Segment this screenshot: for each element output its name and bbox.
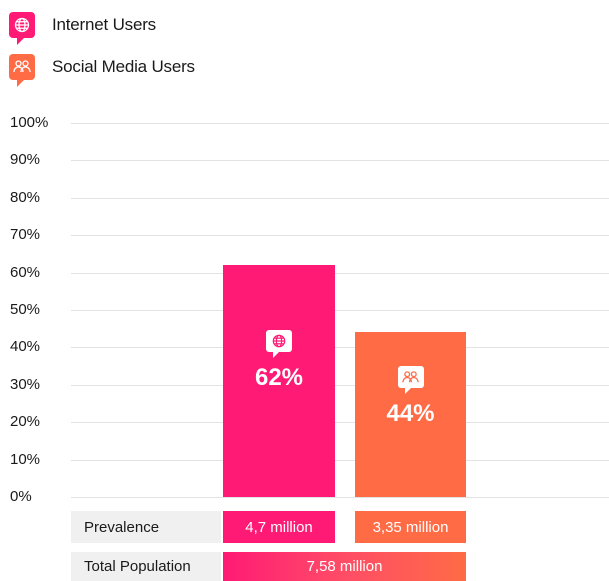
legend-label-internet-users: Internet Users [52,15,156,34]
total-population-label-text: Total Population [84,558,191,575]
legend-item-social-media-users: Social Media Users [9,54,195,87]
y-tick-label: 60% [10,264,41,281]
gridline [71,497,609,498]
y-tick-label: 10% [10,451,41,468]
prevalence-social-media-users: 3,35 million [355,511,466,543]
gridline [71,347,609,348]
y-tick-label: 50% [10,301,41,318]
bar-data-label: 62% [254,364,304,391]
gridline [71,273,609,274]
y-tick-label: 90% [10,151,41,168]
total-population-value: 7,58 million [223,552,466,581]
prevalence-label: Prevalence [71,511,221,543]
gridline [71,160,609,161]
globe-icon [9,12,35,45]
gridline [71,422,609,423]
gridline [71,198,609,199]
legend-label-social-media-users: Social Media Users [52,57,195,76]
prevalence-internet-users: 4,7 million [223,511,335,543]
gridline [71,310,609,311]
y-tick-label: 30% [10,376,41,393]
gridline [71,123,609,124]
y-tick-label: 0% [10,488,32,505]
gridline [71,460,609,461]
y-tick-label: 40% [10,338,41,355]
globe-icon [266,330,292,358]
y-tick-label: 80% [10,189,41,206]
prevalence-label-text: Prevalence [84,518,160,536]
y-tick-label: 20% [10,413,41,430]
y-tick-label: 70% [10,226,41,243]
gridline [71,235,609,236]
people-icon [397,366,424,394]
people-icon [9,54,35,87]
total-population-label: Total Population [71,552,221,581]
gridline [71,385,609,386]
bar-data-label: 44% [386,400,435,427]
legend-item-internet-users: Internet Users [9,12,156,45]
y-tick-label: 100% [10,114,49,131]
